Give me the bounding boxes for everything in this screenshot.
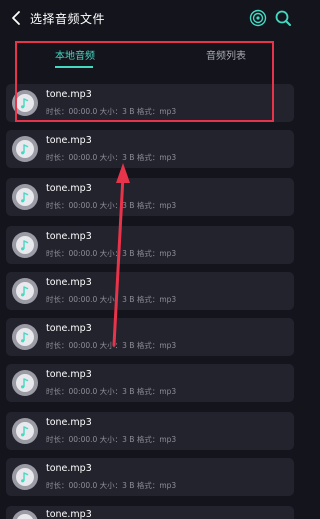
music-disc-icon [12,90,38,116]
file-meta: 时长：00:00.0 大小：3 B 格式：mp3 [46,481,177,490]
music-disc-icon [12,510,38,519]
file-name: tone.mp3 [46,277,92,288]
music-disc-icon [12,418,38,444]
list-item[interactable]: tone.mp3 时长：00:00.0 大小：3 B 格式：mp3 [6,272,294,310]
file-name: tone.mp3 [46,89,92,100]
music-disc-icon [12,184,38,210]
file-meta: 时长：00:00.0 大小：3 B 格式：mp3 [46,387,177,396]
audio-file-list: tone.mp3 时长：00:00.0 大小：3 B 格式：mp3 tone.m… [0,0,300,519]
file-name: tone.mp3 [46,369,92,380]
file-meta: 时长：00:00.0 大小：3 B 格式：mp3 [46,249,177,258]
music-disc-icon [12,136,38,162]
music-disc-icon [12,324,38,350]
file-name: tone.mp3 [46,509,92,519]
file-name: tone.mp3 [46,183,92,194]
file-meta: 时长：00:00.0 大小：3 B 格式：mp3 [46,295,177,304]
music-disc-icon [12,278,38,304]
list-item[interactable]: tone.mp3 时长：00:00.0 大小：3 B 格式：mp3 [6,458,294,496]
file-name: tone.mp3 [46,323,92,334]
file-name: tone.mp3 [46,135,92,146]
music-disc-icon [12,464,38,490]
file-meta: 时长：00:00.0 大小：3 B 格式：mp3 [46,435,177,444]
list-item[interactable]: tone.mp3 时长：00:00.0 大小：3 B 格式：mp3 [6,364,294,402]
music-disc-icon [12,370,38,396]
list-item[interactable]: tone.mp3 时长：00:00.0 大小：3 B 格式：mp3 [6,178,294,216]
list-item[interactable]: tone.mp3 时长：00:00.0 大小：3 B 格式：mp3 [6,412,294,450]
file-name: tone.mp3 [46,231,92,242]
list-item[interactable]: tone.mp3 时长：00:00.0 大小：3 B 格式：mp3 [6,318,294,356]
file-meta: 时长：00:00.0 大小：3 B 格式：mp3 [46,153,177,162]
list-item[interactable]: tone.mp3 时长：00:00.0 大小：3 B 格式：mp3 [6,84,294,122]
list-item[interactable]: tone.mp3 [6,506,294,519]
file-meta: 时长：00:00.0 大小：3 B 格式：mp3 [46,107,177,116]
file-meta: 时长：00:00.0 大小：3 B 格式：mp3 [46,341,177,350]
list-item[interactable]: tone.mp3 时长：00:00.0 大小：3 B 格式：mp3 [6,130,294,168]
file-name: tone.mp3 [46,463,92,474]
file-name: tone.mp3 [46,417,92,428]
list-item[interactable]: tone.mp3 时长：00:00.0 大小：3 B 格式：mp3 [6,226,294,264]
file-meta: 时长：00:00.0 大小：3 B 格式：mp3 [46,201,177,210]
music-disc-icon [12,232,38,258]
